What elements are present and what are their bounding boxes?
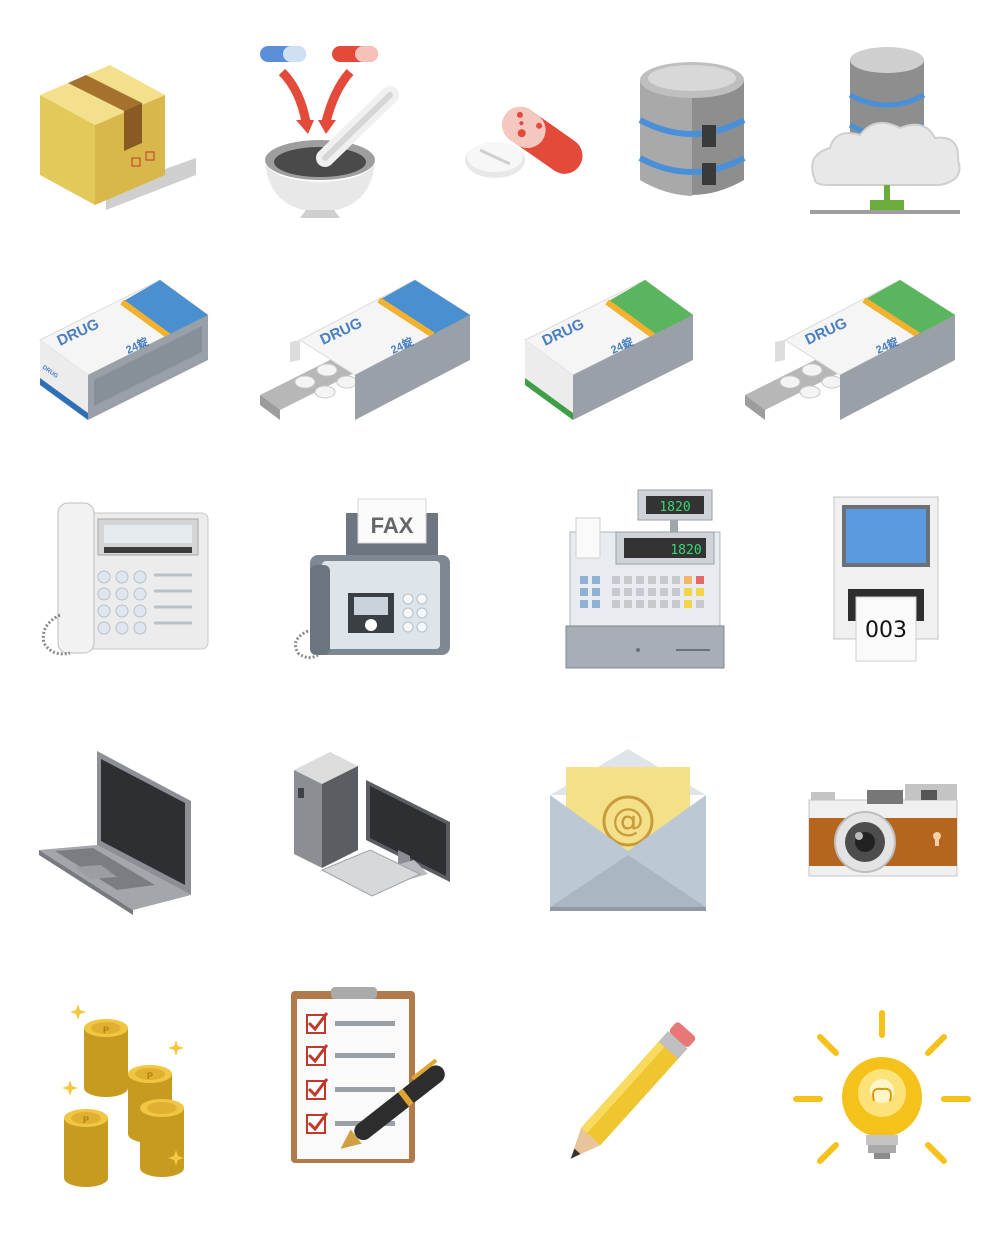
drug-box-blue-icon: DRUG 24錠 DRUG bbox=[30, 270, 230, 510]
fax-machine-icon: FAX bbox=[290, 495, 490, 735]
cloud-database-icon bbox=[800, 40, 1000, 280]
fax-label: FAX bbox=[371, 513, 414, 538]
laptop-icon bbox=[35, 745, 235, 985]
camera-icon bbox=[805, 770, 1000, 1010]
coins-icon: P P P bbox=[50, 1000, 250, 1240]
ticket-number: 003 bbox=[865, 618, 907, 643]
register-display: 1820 bbox=[670, 543, 701, 558]
email-at-symbol: @ bbox=[612, 801, 644, 839]
light-bulb-icon bbox=[790, 1005, 990, 1245]
desktop-computer-icon bbox=[290, 750, 490, 990]
cardboard-box-icon bbox=[10, 40, 210, 280]
register-top-display: 1820 bbox=[659, 500, 690, 515]
telephone-icon bbox=[30, 495, 230, 735]
cash-register-icon: 1820 1820 bbox=[560, 480, 760, 720]
drug-box-green-open-icon: DRUG 24錠 bbox=[740, 270, 956, 510]
pencil-icon bbox=[545, 1010, 745, 1250]
coin-mark: P bbox=[103, 1025, 109, 1035]
coin-mark: P bbox=[147, 1071, 153, 1081]
drug-box-blue-open-icon: DRUG 24錠 bbox=[255, 270, 471, 510]
coin-mark: P bbox=[83, 1115, 89, 1125]
email-envelope-icon: @ bbox=[540, 745, 740, 985]
ticket-machine-icon: 003 bbox=[820, 495, 1000, 735]
drug-box-green-icon: DRUG 24錠 bbox=[515, 270, 715, 510]
mortar-pestle-capsules-icon bbox=[210, 40, 410, 280]
clipboard-checklist-icon bbox=[285, 985, 485, 1225]
pill-capsule-icon bbox=[450, 40, 650, 280]
